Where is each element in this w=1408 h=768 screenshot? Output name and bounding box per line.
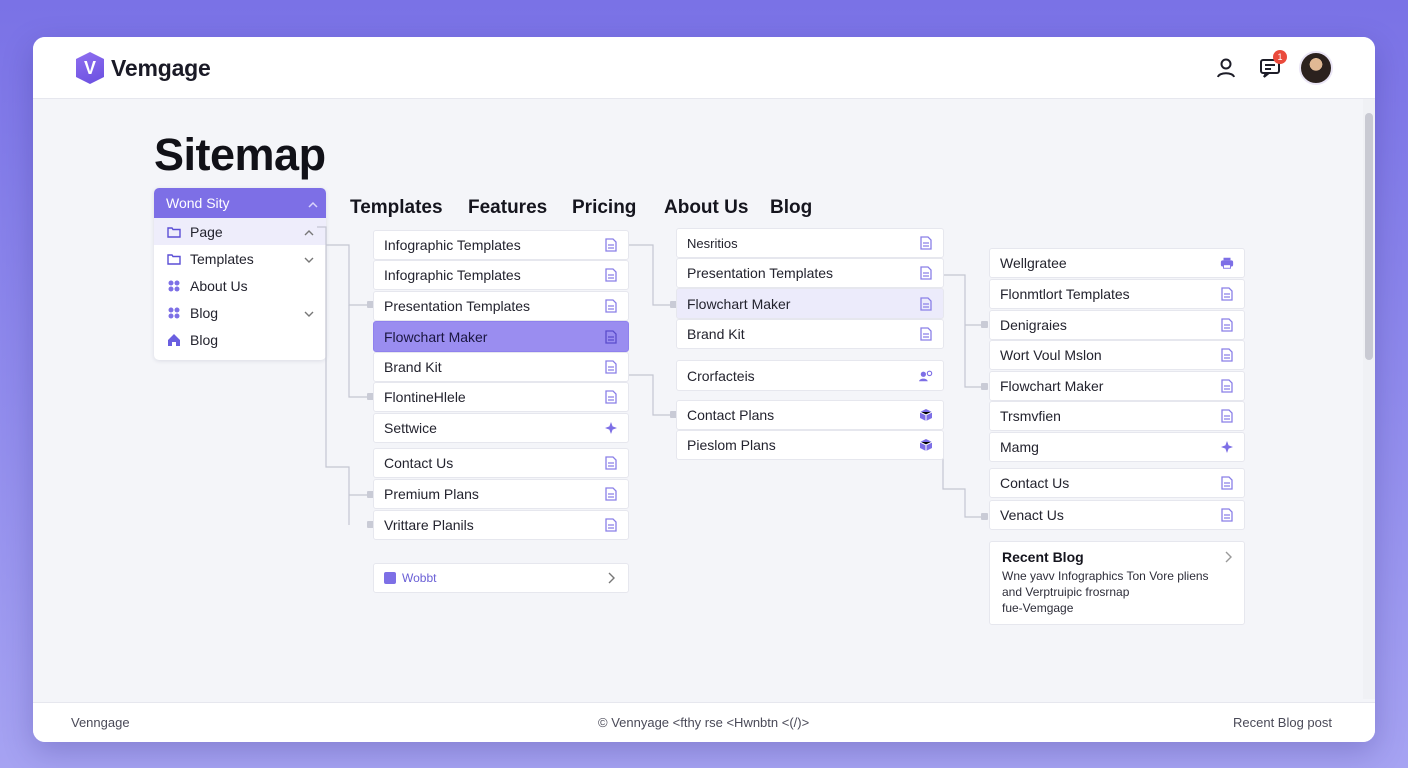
- list-item[interactable]: Settwice: [373, 413, 629, 443]
- document-icon: [1220, 317, 1234, 333]
- card-icon: [384, 572, 396, 584]
- document-icon: [1220, 378, 1234, 394]
- chevron-right-icon[interactable]: [1224, 550, 1232, 568]
- list-item[interactable]: Contact Plans: [676, 400, 944, 430]
- list-item[interactable]: Crorfacteis: [676, 360, 944, 391]
- cube-icon: [919, 437, 933, 453]
- list-item[interactable]: Trsmvfien: [989, 401, 1245, 431]
- document-icon: [1220, 286, 1234, 302]
- recent-blog-excerpt: Wne yavv Infographics Ton Vore pliens an…: [1002, 569, 1209, 615]
- list-item-footer[interactable]: Wobbt: [373, 563, 629, 593]
- footer: Venngage © Vennyage <fthy rse <Hwnbtn <(…: [33, 702, 1375, 742]
- cube-icon: [919, 407, 933, 423]
- document-icon: [604, 389, 618, 405]
- list-item[interactable]: Flonmtlort Templates: [989, 279, 1245, 309]
- list-item[interactable]: Contact Us: [989, 468, 1245, 498]
- sparkle-icon: [604, 420, 618, 436]
- list-item[interactable]: Brand Kit: [676, 319, 944, 349]
- sparkle-icon: [1220, 439, 1234, 455]
- recent-blog-card[interactable]: Recent Blog Wne yavv Infographics Ton Vo…: [989, 541, 1245, 625]
- list-item[interactable]: Contact Us: [373, 448, 629, 478]
- list-item[interactable]: Wellgratee: [989, 248, 1245, 278]
- document-icon: [1220, 475, 1234, 491]
- printer-icon: [1220, 255, 1234, 271]
- footer-copyright: © Vennyage <fthy rse <Hwnbtn <(/)>: [598, 715, 810, 730]
- document-icon: [1220, 408, 1234, 424]
- list-item[interactable]: Venact Us: [989, 500, 1245, 530]
- document-icon: [919, 296, 933, 312]
- document-icon: [604, 329, 618, 345]
- list-item-selected[interactable]: Flowchart Maker: [373, 321, 629, 352]
- document-icon: [604, 237, 618, 253]
- list-item[interactable]: Pieslom Plans: [676, 430, 944, 460]
- document-icon: [919, 326, 933, 342]
- list-item[interactable]: Mamg: [989, 432, 1245, 462]
- document-icon: [919, 235, 933, 251]
- list-item[interactable]: Nesritios: [676, 228, 944, 258]
- recent-blog-title: Recent Blog: [1002, 549, 1084, 565]
- list-item[interactable]: Denigraies: [989, 310, 1245, 340]
- document-icon: [604, 298, 618, 314]
- list-item[interactable]: Presentation Templates: [676, 258, 944, 288]
- list-item[interactable]: FlontineHlele: [373, 382, 629, 412]
- list-item[interactable]: Premium Plans: [373, 479, 629, 509]
- list-item[interactable]: Infographic Templates: [373, 230, 629, 260]
- list-item[interactable]: Presentation Templates: [373, 291, 629, 321]
- browser-window: V Vemgage 1 Sitemap Wond Sity Page Templ…: [33, 37, 1375, 742]
- document-icon: [919, 265, 933, 281]
- list-item-hovered[interactable]: Flowchart Maker: [676, 288, 944, 319]
- footer-link-recent-blog[interactable]: Recent Blog post: [1233, 715, 1332, 730]
- list-item[interactable]: Brand Kit: [373, 352, 629, 382]
- list-item[interactable]: Infographic Templates: [373, 260, 629, 290]
- document-icon: [604, 486, 618, 502]
- document-icon: [1220, 347, 1234, 363]
- list-item[interactable]: Vrittare Planils: [373, 510, 629, 540]
- list-item[interactable]: Flowchart Maker: [989, 371, 1245, 401]
- document-icon: [604, 455, 618, 471]
- document-icon: [604, 359, 618, 375]
- users-icon: [919, 368, 933, 384]
- document-icon: [604, 267, 618, 283]
- list-item[interactable]: Wort Voul Mslon: [989, 340, 1245, 370]
- footer-brand: Venngage: [71, 715, 130, 730]
- document-icon: [604, 517, 618, 533]
- chevron-right-icon[interactable]: [604, 570, 618, 586]
- document-icon: [1220, 507, 1234, 523]
